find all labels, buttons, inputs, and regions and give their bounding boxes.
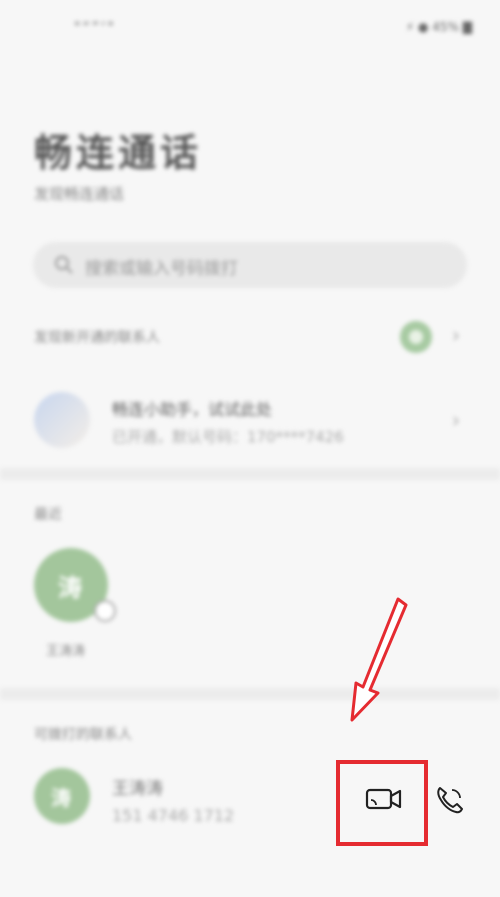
recent-call-badge — [94, 600, 116, 622]
search-placeholder: 搜索或输入号码拨打 — [85, 259, 238, 279]
status-bar: "“”‘" ⚡ ● 45% ▇ — [0, 18, 500, 42]
new-contacts-label: 发现新开通的联系人 — [34, 330, 160, 346]
new-contacts-badge[interactable] — [400, 321, 432, 353]
contact-avatar[interactable]: 涛 — [34, 768, 90, 824]
chevron-right-icon[interactable]: › — [452, 323, 460, 347]
recent-contact-name: 王涛涛 — [46, 644, 86, 659]
voice-call-button[interactable] — [432, 782, 468, 818]
recommend-name: 畅连小助手，试试此处 — [112, 400, 273, 419]
search-icon — [55, 256, 73, 274]
avatar-char: 涛 — [51, 786, 71, 810]
chevron-right-icon[interactable]: › — [452, 408, 460, 432]
status-left: "“”‘" — [74, 20, 116, 36]
recommend-desc: 已开通，默认号码：170****7426 — [112, 428, 344, 446]
recent-label: 最近 — [34, 507, 62, 523]
avatar-char: 涛 — [58, 574, 82, 602]
status-right: ⚡ ● 45% ▇ — [405, 20, 472, 34]
section-divider — [0, 468, 500, 480]
contact-phone: 151 4746 1712 — [112, 806, 235, 825]
page-title: 畅连通话 — [34, 131, 203, 175]
contacts-label: 可拨打的联系人 — [34, 727, 132, 743]
annotation-arrow — [350, 597, 408, 722]
highlight-box — [336, 760, 428, 846]
page-subtitle: 发现畅连通话 — [34, 185, 125, 203]
contact-name: 王涛涛 — [112, 779, 163, 799]
phone-icon — [437, 787, 463, 814]
section-divider — [0, 688, 500, 700]
avatar — [34, 392, 90, 448]
search-input[interactable]: 搜索或输入号码拨打 — [33, 242, 467, 288]
